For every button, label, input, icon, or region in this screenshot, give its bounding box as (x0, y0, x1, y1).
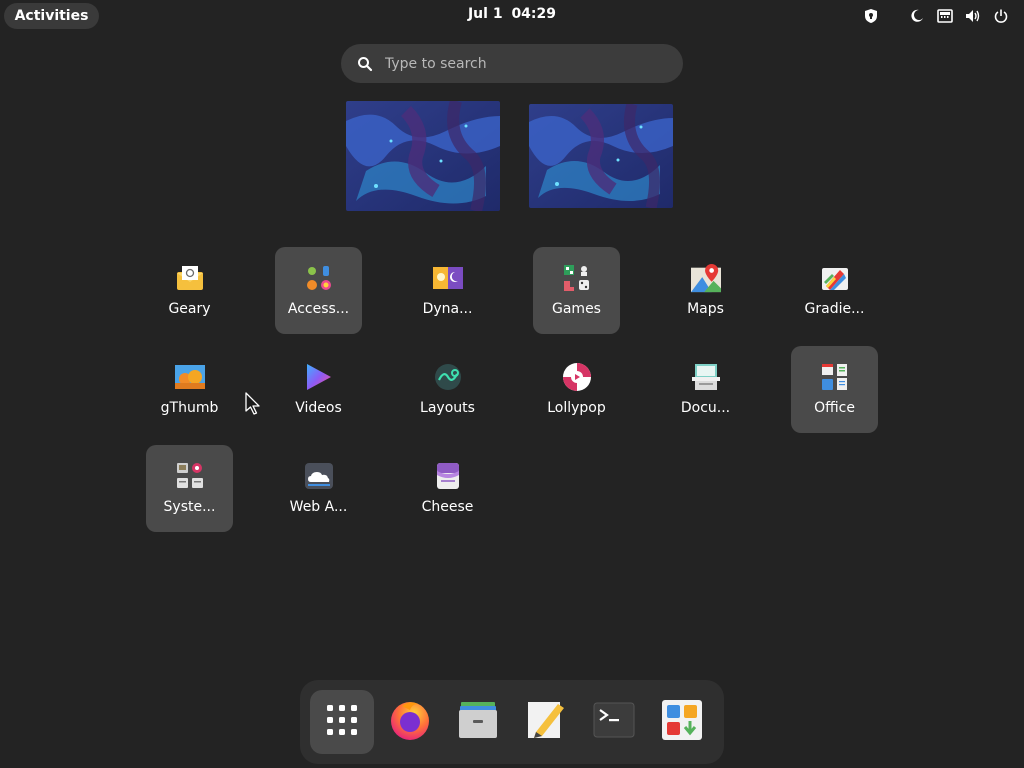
app-web-apps[interactable]: Web A... (275, 445, 362, 532)
app-folder-accessories[interactable]: Access... (275, 247, 362, 334)
dock-terminal[interactable] (582, 690, 646, 754)
maps-icon (690, 263, 721, 293)
app-label: Maps (687, 301, 724, 317)
app-lollypop[interactable]: Lollypop (533, 346, 620, 433)
text-editor-icon (524, 698, 568, 746)
app-folder-system[interactable]: Syste... (146, 445, 233, 532)
system-status-area[interactable] (862, 7, 1010, 25)
app-label: Cheese (421, 499, 474, 515)
dock-text-editor[interactable] (514, 690, 578, 754)
dock-software[interactable] (650, 690, 714, 754)
show-apps-button[interactable] (310, 690, 374, 754)
geary-icon (175, 263, 205, 293)
top-bar: Activities Jul 1 04:29 (0, 0, 1024, 32)
app-cheese[interactable]: Cheese (404, 445, 491, 532)
cheese-icon (433, 461, 463, 491)
dock-firefox[interactable] (378, 690, 442, 754)
activities-button[interactable]: Activities (4, 3, 99, 29)
web-apps-icon (304, 461, 334, 491)
app-label: Videos (295, 400, 342, 416)
app-label: Dyna... (422, 301, 473, 317)
dynamic-wallpaper-icon (432, 263, 463, 293)
workspace-thumbnail-2[interactable] (529, 104, 673, 208)
lollypop-icon (562, 362, 592, 392)
app-label: Office (814, 400, 855, 416)
search-input[interactable] (383, 54, 683, 73)
network-icon[interactable] (936, 7, 954, 25)
clock-date: Jul 1 (467, 6, 503, 22)
app-folder-office[interactable]: Office (791, 346, 878, 433)
clock[interactable]: Jul 1 04:29 (462, 6, 562, 22)
app-document-scanner[interactable]: Docu... (662, 346, 749, 433)
app-label: Web A... (289, 499, 348, 515)
search-bar[interactable] (341, 44, 683, 83)
terminal-icon (593, 702, 635, 742)
app-label: Geary (168, 301, 211, 317)
app-gradience[interactable]: Gradie... (791, 247, 878, 334)
app-label: Lollypop (547, 400, 606, 416)
system-folder-icon (175, 461, 205, 491)
mouse-pointer-icon (244, 392, 264, 420)
privacy-shield-icon[interactable] (862, 7, 880, 25)
app-maps[interactable]: Maps (662, 247, 749, 334)
app-label: Syste... (163, 499, 216, 515)
app-folder-games[interactable]: Games (533, 247, 620, 334)
app-geary[interactable]: Geary (146, 247, 233, 334)
app-videos[interactable]: Videos (275, 346, 362, 433)
office-folder-icon (820, 362, 850, 392)
layouts-icon (433, 362, 463, 392)
app-gthumb[interactable]: gThumb (146, 346, 233, 433)
night-light-icon[interactable] (908, 7, 926, 25)
software-icon (661, 699, 703, 745)
app-label: gThumb (160, 400, 219, 416)
workspace-thumbnail-1[interactable] (346, 101, 500, 211)
app-label: Layouts (420, 400, 475, 416)
gradience-icon (820, 263, 850, 293)
dock-files[interactable] (446, 690, 510, 754)
clock-time: 04:29 (511, 6, 557, 22)
app-label: Games (552, 301, 601, 317)
app-label: Access... (287, 301, 350, 317)
app-label: Gradie... (804, 301, 865, 317)
volume-icon[interactable] (964, 7, 982, 25)
app-grid-icon (326, 704, 358, 740)
games-folder-icon (562, 263, 592, 293)
power-icon[interactable] (992, 7, 1010, 25)
app-label: Docu... (680, 400, 731, 416)
app-dynamic-wallpaper[interactable]: Dyna... (404, 247, 491, 334)
files-icon (457, 700, 499, 744)
search-icon (357, 56, 373, 72)
videos-icon (304, 362, 334, 392)
app-layouts[interactable]: Layouts (404, 346, 491, 433)
document-scanner-icon (691, 362, 721, 392)
firefox-icon (388, 698, 432, 746)
gthumb-icon (174, 362, 205, 392)
dash-dock (300, 680, 724, 764)
accessories-folder-icon (304, 263, 334, 293)
